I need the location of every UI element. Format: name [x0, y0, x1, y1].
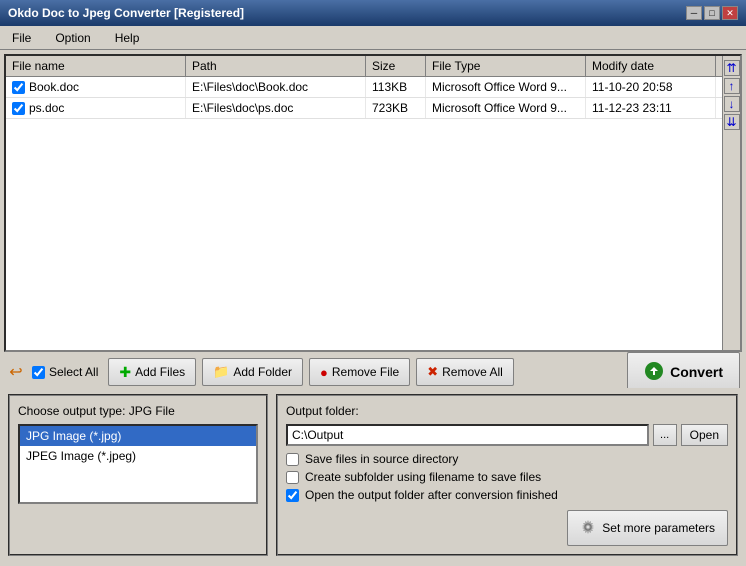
folder-path-row: ... Open [286, 424, 728, 446]
toolbar: ↩ Select All ✚ Add Files 📁 Add Folder ● … [4, 356, 742, 388]
cell-filetype-1: Microsoft Office Word 9... [426, 98, 586, 118]
close-button[interactable]: ✕ [722, 6, 738, 20]
add-files-button[interactable]: ✚ Add Files [108, 358, 196, 386]
title-bar: Okdo Doc to Jpeg Converter [Registered] … [0, 0, 746, 26]
add-files-icon: ✚ [119, 364, 131, 381]
scroll-down-button[interactable]: ↓ [724, 96, 740, 112]
remove-all-button[interactable]: ✖ Remove All [416, 358, 514, 386]
convert-button[interactable]: Convert [627, 352, 740, 392]
remove-file-icon: ● [320, 365, 328, 380]
cell-size-1: 723KB [366, 98, 426, 118]
output-type-panel: Choose output type: JPG File JPG Image (… [8, 394, 268, 556]
checkbox-row-2: Open the output folder after conversion … [286, 488, 728, 502]
gear-icon [580, 519, 596, 538]
maximize-button[interactable]: □ [704, 6, 720, 20]
cell-path-1: E:\Files\doc\ps.doc [186, 98, 366, 118]
table-header: File name Path Size File Type Modify dat… [6, 56, 722, 77]
bottom-panel: Choose output type: JPG File JPG Image (… [4, 388, 742, 562]
select-all-checkbox[interactable] [32, 366, 45, 379]
folder-icon: 📁 [213, 364, 229, 380]
cell-path-0: E:\Files\doc\Book.doc [186, 77, 366, 97]
set-more-params-button[interactable]: Set more parameters [567, 510, 728, 546]
menu-file[interactable]: File [8, 29, 35, 47]
cell-modifydate-0: 11-10-20 20:58 [586, 77, 716, 97]
menu-option[interactable]: Option [51, 29, 94, 47]
file-list-container: File name Path Size File Type Modify dat… [4, 54, 742, 352]
remove-all-icon: ✖ [427, 364, 438, 380]
output-type-label: Choose output type: JPG File [18, 404, 258, 418]
file-table: File name Path Size File Type Modify dat… [6, 56, 722, 350]
row-checkbox-1[interactable] [12, 102, 25, 115]
open-after-conversion-checkbox[interactable] [286, 489, 299, 502]
scroll-up-button[interactable]: ↑ [724, 78, 740, 94]
convert-icon [644, 361, 664, 384]
table-row: Book.doc E:\Files\doc\Book.doc 113KB Mic… [6, 77, 722, 98]
col-modifydate: Modify date [586, 56, 716, 76]
checkbox-row-0: Save files in source directory [286, 452, 728, 466]
output-type-list: JPG Image (*.jpg) JPEG Image (*.jpeg) [18, 424, 258, 504]
cell-modifydate-1: 11-12-23 23:11 [586, 98, 716, 118]
menu-bar: File Option Help [0, 26, 746, 50]
create-subfolder-label: Create subfolder using filename to save … [305, 470, 541, 484]
remove-file-button[interactable]: ● Remove File [309, 358, 410, 386]
select-all-label: Select All [49, 365, 98, 379]
col-filetype: File Type [426, 56, 586, 76]
col-size: Size [366, 56, 426, 76]
table-body: Book.doc E:\Files\doc\Book.doc 113KB Mic… [6, 77, 722, 119]
open-after-conversion-label: Open the output folder after conversion … [305, 488, 558, 502]
window-controls: ─ □ ✕ [686, 6, 738, 20]
checkbox-row-1: Create subfolder using filename to save … [286, 470, 728, 484]
scroll-top-button[interactable]: ⇈ [724, 60, 740, 76]
open-folder-button[interactable]: Open [681, 424, 728, 446]
row-checkbox-0[interactable] [12, 81, 25, 94]
save-in-source-label: Save files in source directory [305, 452, 458, 466]
folder-path-input[interactable] [286, 424, 649, 446]
table-row: ps.doc E:\Files\doc\ps.doc 723KB Microso… [6, 98, 722, 119]
select-all-area: Select All [32, 365, 98, 379]
output-folder-panel: Output folder: ... Open Save files in so… [276, 394, 738, 556]
cell-filename-0: Book.doc [6, 77, 186, 97]
back-arrow-icon: ↩ [6, 362, 26, 382]
scroll-bottom-button[interactable]: ⇊ [724, 114, 740, 130]
create-subfolder-checkbox[interactable] [286, 471, 299, 484]
col-filename: File name [6, 56, 186, 76]
app-title: Okdo Doc to Jpeg Converter [Registered] [8, 6, 244, 20]
output-folder-label: Output folder: [286, 404, 728, 418]
scroll-arrows: ⇈ ↑ ↓ ⇊ [722, 56, 740, 350]
cell-filename-1: ps.doc [6, 98, 186, 118]
col-path: Path [186, 56, 366, 76]
save-in-source-checkbox[interactable] [286, 453, 299, 466]
minimize-button[interactable]: ─ [686, 6, 702, 20]
menu-help[interactable]: Help [111, 29, 144, 47]
cell-filetype-0: Microsoft Office Word 9... [426, 77, 586, 97]
cell-size-0: 113KB [366, 77, 426, 97]
add-folder-button[interactable]: 📁 Add Folder [202, 358, 303, 386]
browse-button[interactable]: ... [653, 424, 677, 446]
output-list-item-jpg[interactable]: JPG Image (*.jpg) [20, 426, 256, 446]
output-list-item-jpeg[interactable]: JPEG Image (*.jpeg) [20, 446, 256, 466]
main-content: File name Path Size File Type Modify dat… [0, 50, 746, 566]
